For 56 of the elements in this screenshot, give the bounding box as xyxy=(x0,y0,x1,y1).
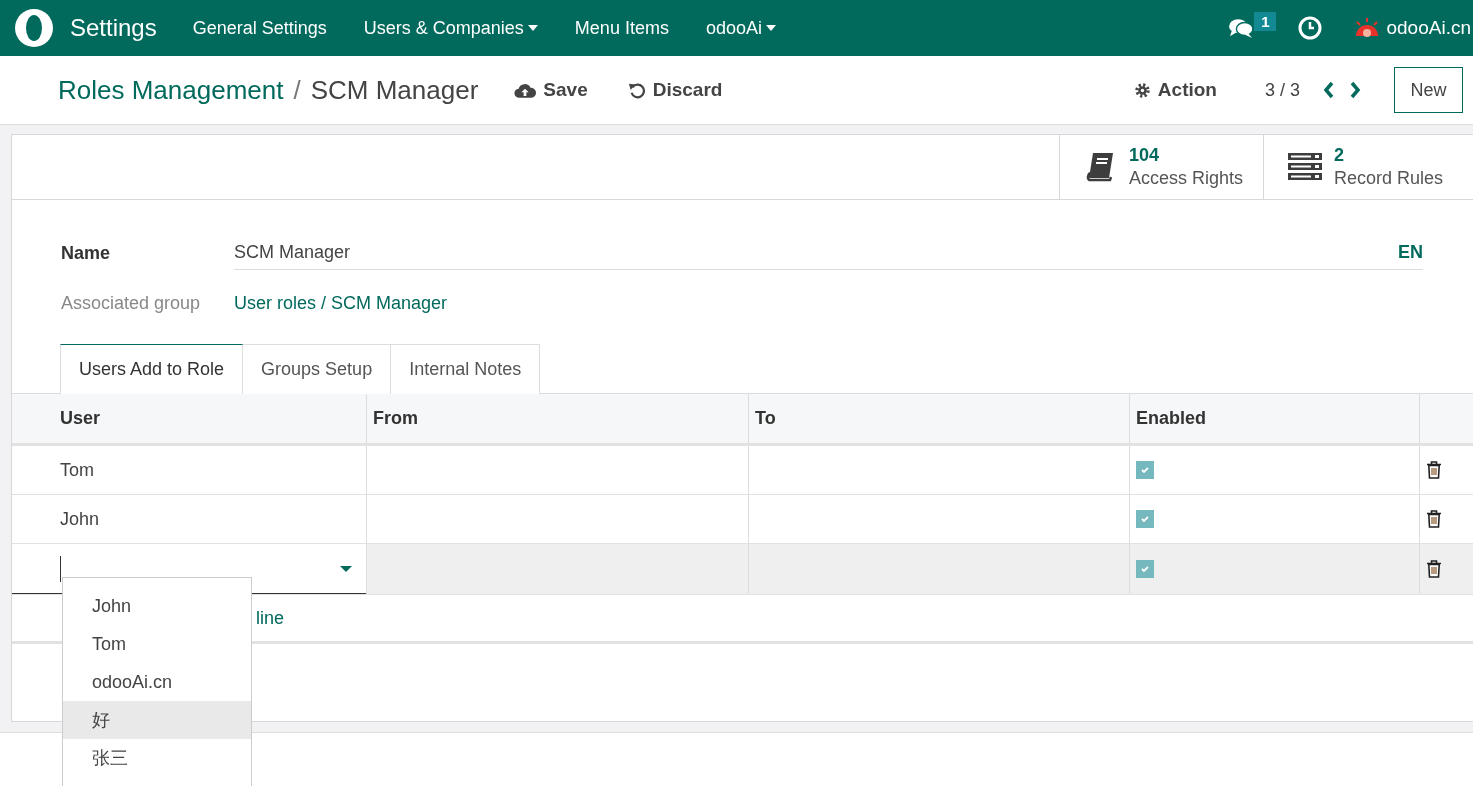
dropdown-option[interactable]: 张三 xyxy=(63,739,251,777)
check-icon xyxy=(1140,564,1150,574)
dropdown-option[interactable]: Tom xyxy=(63,625,251,663)
pager-value: 3 / 3 xyxy=(1264,79,1300,101)
action-button[interactable]: Action xyxy=(1129,75,1221,105)
tab[interactable]: Users Add to Role xyxy=(60,344,244,394)
column-header[interactable]: User xyxy=(12,394,367,443)
table-cell: Tom xyxy=(60,459,94,481)
undo-icon xyxy=(627,81,646,99)
gear-icon xyxy=(1133,81,1151,99)
chevron-right-icon xyxy=(1349,81,1361,99)
breadcrumb-current: SCM Manager xyxy=(310,74,479,106)
dropdown-option[interactable]: John xyxy=(63,587,251,625)
column-header[interactable]: To xyxy=(749,394,1130,443)
tab[interactable]: Groups Setup xyxy=(243,344,392,394)
field-label: Name xyxy=(61,242,112,264)
nav-menu-item[interactable]: Users & Companies xyxy=(363,17,538,39)
checkbox[interactable] xyxy=(1136,510,1154,528)
checkbox[interactable] xyxy=(1136,560,1154,578)
tab[interactable]: Internal Notes xyxy=(391,344,541,394)
user-name[interactable]: odooAi.cn xyxy=(1386,17,1471,39)
check-icon xyxy=(1140,465,1150,475)
discard-button[interactable]: Discard xyxy=(623,75,727,105)
dropdown-option[interactable]: odooAi.cn xyxy=(63,663,251,701)
breadcrumb-link[interactable]: Roles Management xyxy=(58,74,284,106)
app-title[interactable]: Settings xyxy=(70,14,157,42)
checkbox[interactable] xyxy=(1136,461,1154,479)
trash-icon[interactable] xyxy=(1426,510,1442,528)
field-label: Associated group xyxy=(61,292,202,314)
language-button[interactable]: EN xyxy=(1398,242,1423,263)
chat-icon[interactable] xyxy=(1228,17,1255,39)
stat-button[interactable]: 2 Record Rules xyxy=(1262,135,1473,199)
table-cell: John xyxy=(60,508,100,530)
trash-icon[interactable] xyxy=(1426,461,1442,479)
check-icon xyxy=(1140,514,1150,524)
clock-icon[interactable] xyxy=(1298,16,1323,40)
column-header[interactable]: Enabled xyxy=(1130,394,1420,443)
cloud-upload-icon xyxy=(514,81,537,99)
logo-icon[interactable] xyxy=(14,8,54,48)
add-line-link[interactable]: line xyxy=(256,607,285,629)
name-field[interactable]: SCM Manager EN xyxy=(234,236,1423,270)
save-button[interactable]: Save xyxy=(510,75,592,105)
message-count-badge: 1 xyxy=(1254,11,1277,31)
table-row[interactable]: Tom xyxy=(12,446,1473,495)
dropdown-option[interactable]: 好 xyxy=(63,701,251,739)
nav-menu-item[interactable]: General Settings xyxy=(192,17,327,39)
group-link[interactable]: User roles / SCM Manager xyxy=(234,292,448,314)
trash-icon[interactable] xyxy=(1426,560,1442,578)
server-icon xyxy=(1287,153,1322,181)
nav-menu-item[interactable]: odooAi xyxy=(705,17,776,39)
new-button[interactable]: New xyxy=(1394,67,1463,113)
stat-button[interactable]: 104 Access Rights xyxy=(1058,135,1263,199)
column-header[interactable]: From xyxy=(367,394,749,443)
nav-menu-item[interactable]: Menu Items xyxy=(574,17,669,39)
breadcrumb-separator: / xyxy=(293,74,301,106)
chevron-left-icon xyxy=(1323,81,1335,99)
